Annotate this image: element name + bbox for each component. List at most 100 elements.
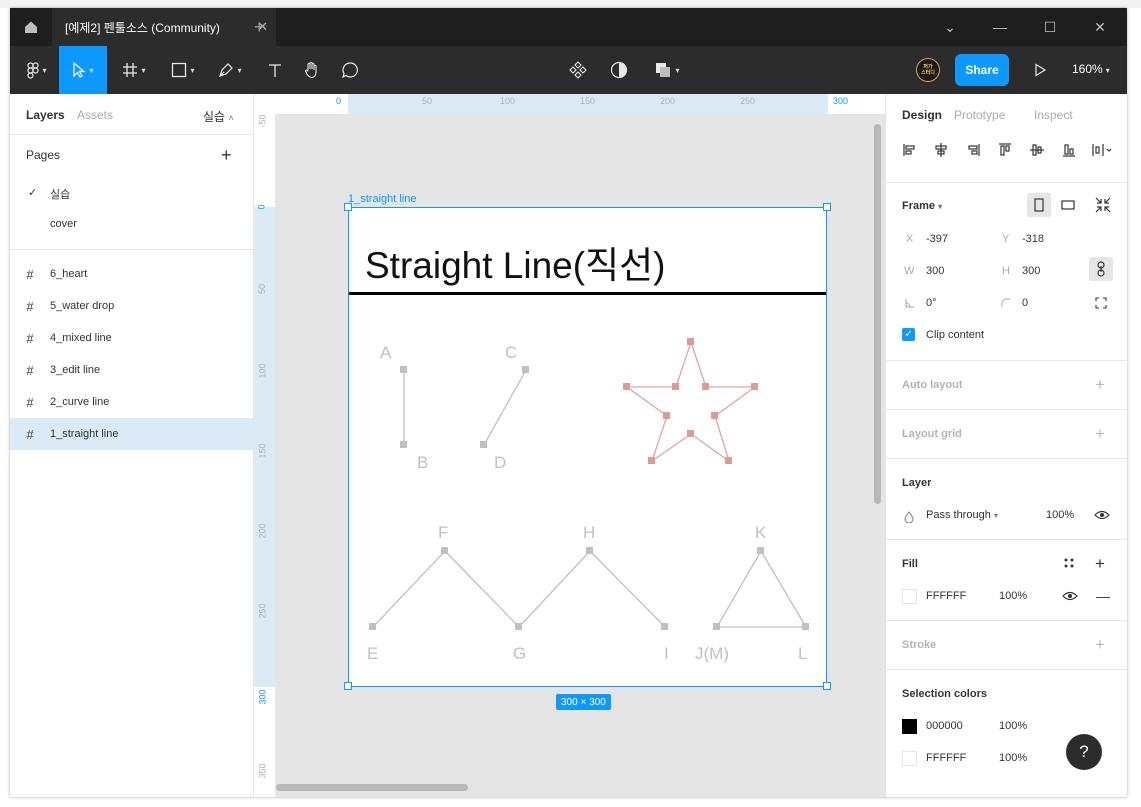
stroke-section: Stroke + <box>886 620 1127 669</box>
add-auto-layout-button[interactable]: + <box>1095 376 1105 393</box>
alignment-toolbar[interactable] <box>902 142 1122 158</box>
frame-tool[interactable]: ▾ <box>114 46 154 94</box>
point-label-c: C <box>505 343 518 362</box>
vertical-scrollbar[interactable] <box>874 124 881 504</box>
resize-to-fit-icon[interactable] <box>1091 193 1115 217</box>
tab-prototype[interactable]: Prototype <box>954 108 1005 122</box>
style-grid-icon[interactable] <box>1063 557 1075 569</box>
tab-assets[interactable]: Assets <box>77 108 113 122</box>
current-page-label: 실습 <box>203 110 226 124</box>
constrain-proportions-button[interactable] <box>1089 257 1113 281</box>
shape-tool[interactable]: ▾ <box>162 46 204 94</box>
new-tab-button[interactable]: + <box>254 17 265 38</box>
pen-tool[interactable]: ▾ <box>209 46 251 94</box>
add-page-button[interactable]: + <box>221 146 232 164</box>
selection-color-swatch-white[interactable] <box>902 751 917 766</box>
frame-name-label[interactable]: 1_straight line <box>348 193 417 205</box>
selection-color-swatch-black[interactable] <box>902 719 917 734</box>
home-button[interactable] <box>10 8 52 46</box>
boolean-groups-button[interactable]: ▾ <box>647 46 687 94</box>
selection-color-opacity[interactable]: 100% <box>999 752 1027 764</box>
align-center-horizontal-icon <box>935 143 947 157</box>
tabs-dropdown-button[interactable]: ⌄ <box>925 8 975 46</box>
height-input[interactable]: 300 <box>1022 265 1040 277</box>
resize-handle-top-left[interactable] <box>344 203 352 211</box>
layer-item-water-drop[interactable]: #5_water drop <box>10 290 253 322</box>
independent-corners-icon[interactable] <box>1095 297 1107 309</box>
move-tool[interactable]: ▾ <box>59 46 107 94</box>
resize-handle-bottom-left[interactable] <box>344 682 352 690</box>
main-menu-button[interactable]: ▾ <box>18 46 56 94</box>
avatar-text: 퍼가 스터디 <box>921 64 935 76</box>
zoom-menu[interactable]: 160% ▾ <box>1072 62 1110 76</box>
layer-opacity-input[interactable]: 100% <box>1046 509 1074 521</box>
frame-section: Frame ▾ X -397 Y -318 W 300 H 300 0° 0 ✓… <box>886 182 1127 360</box>
fill-opacity-input[interactable]: 100% <box>999 590 1027 602</box>
fill-color-swatch[interactable] <box>902 589 917 604</box>
rotation-input[interactable]: 0° <box>926 297 937 309</box>
layer-label: 4_mixed line <box>50 332 112 344</box>
tab-inspect[interactable]: Inspect <box>1034 108 1073 122</box>
add-layout-grid-button[interactable]: + <box>1095 425 1105 442</box>
page-item-cover[interactable]: cover <box>50 218 77 230</box>
comment-tool[interactable] <box>333 46 367 94</box>
eye-icon[interactable] <box>1062 590 1078 602</box>
selection-color-opacity[interactable]: 100% <box>999 720 1027 732</box>
blend-mode-dropdown[interactable]: Pass through ▾ <box>926 509 998 521</box>
layer-item-edit-line[interactable]: #3_edit line <box>10 354 253 386</box>
chevron-down-icon: ⌄ <box>944 18 956 35</box>
add-stroke-button[interactable]: + <box>1095 636 1105 653</box>
divider <box>10 249 253 250</box>
point-label-f: F <box>438 523 449 542</box>
resize-handle-top-right[interactable] <box>823 203 831 211</box>
landscape-icon[interactable] <box>1056 193 1080 217</box>
frame-type-dropdown[interactable]: Frame ▾ <box>902 200 942 212</box>
tab-layers[interactable]: Layers <box>26 108 65 122</box>
minimize-button[interactable]: — <box>975 8 1025 46</box>
maximize-button[interactable]: ☐ <box>1025 8 1075 46</box>
mask-button[interactable] <box>607 46 631 94</box>
file-tab[interactable]: [예제2] 펜툴소스 (Community) ✕ <box>52 8 276 46</box>
layer-item-curve-line[interactable]: #2_curve line <box>10 386 253 418</box>
user-avatar[interactable]: 퍼가 스터디 <box>916 58 940 82</box>
x-input[interactable]: -397 <box>926 233 948 245</box>
layer-item-mixed-line[interactable]: #4_mixed line <box>10 322 253 354</box>
current-page-dropdown[interactable]: 실습 ˄ <box>203 108 234 125</box>
remove-fill-button[interactable]: — <box>1096 588 1110 604</box>
canvas[interactable]: -50 0 50 100 150 200 250 300 350 0 50 10… <box>254 94 885 797</box>
frame-hash-icon: # <box>26 298 34 314</box>
cursor-arrow-icon <box>73 62 87 78</box>
point-label-d: D <box>494 453 507 472</box>
page-item-practice[interactable]: 실습 <box>50 186 70 202</box>
clip-content-checkbox[interactable]: ✓ <box>902 328 915 341</box>
ruler-label: 50 <box>257 283 268 295</box>
resize-handle-bottom-right[interactable] <box>823 682 831 690</box>
share-button[interactable]: Share <box>955 54 1009 86</box>
close-window-button[interactable]: ✕ <box>1075 8 1125 46</box>
selection-color-hex[interactable]: 000000 <box>926 720 963 732</box>
horizontal-ruler: 0 50 100 150 200 250 300 <box>275 94 885 114</box>
tab-design[interactable]: Design <box>902 108 942 122</box>
eye-icon[interactable] <box>1094 509 1110 521</box>
vertical-ruler: -50 0 50 100 150 200 250 300 350 <box>254 94 275 797</box>
portrait-orientation-button[interactable] <box>1027 193 1051 217</box>
add-fill-button[interactable]: + <box>1095 555 1105 572</box>
help-button[interactable]: ? <box>1066 734 1102 770</box>
hand-tool[interactable] <box>295 46 329 94</box>
text-icon <box>269 64 281 77</box>
present-button[interactable] <box>1028 46 1052 94</box>
layer-item-heart[interactable]: #6_heart <box>10 258 253 290</box>
layer-item-straight-line[interactable]: #1_straight line <box>10 418 253 450</box>
selected-frame[interactable]: Straight Line(직선) A B C D E F G H I J(M)… <box>348 207 827 687</box>
corner-radius-input[interactable]: 0 <box>1022 297 1028 309</box>
selection-color-hex[interactable]: FFFFFF <box>926 752 966 764</box>
text-tool[interactable] <box>258 46 292 94</box>
boolean-union-icon <box>656 63 671 77</box>
chevron-up-icon: ˄ <box>228 113 234 123</box>
ruler-label: 150 <box>580 96 596 106</box>
horizontal-scrollbar[interactable] <box>276 784 468 791</box>
width-input[interactable]: 300 <box>926 265 944 277</box>
components-button[interactable] <box>566 46 590 94</box>
y-input[interactable]: -318 <box>1022 233 1044 245</box>
fill-hex-input[interactable]: FFFFFF <box>926 590 966 602</box>
